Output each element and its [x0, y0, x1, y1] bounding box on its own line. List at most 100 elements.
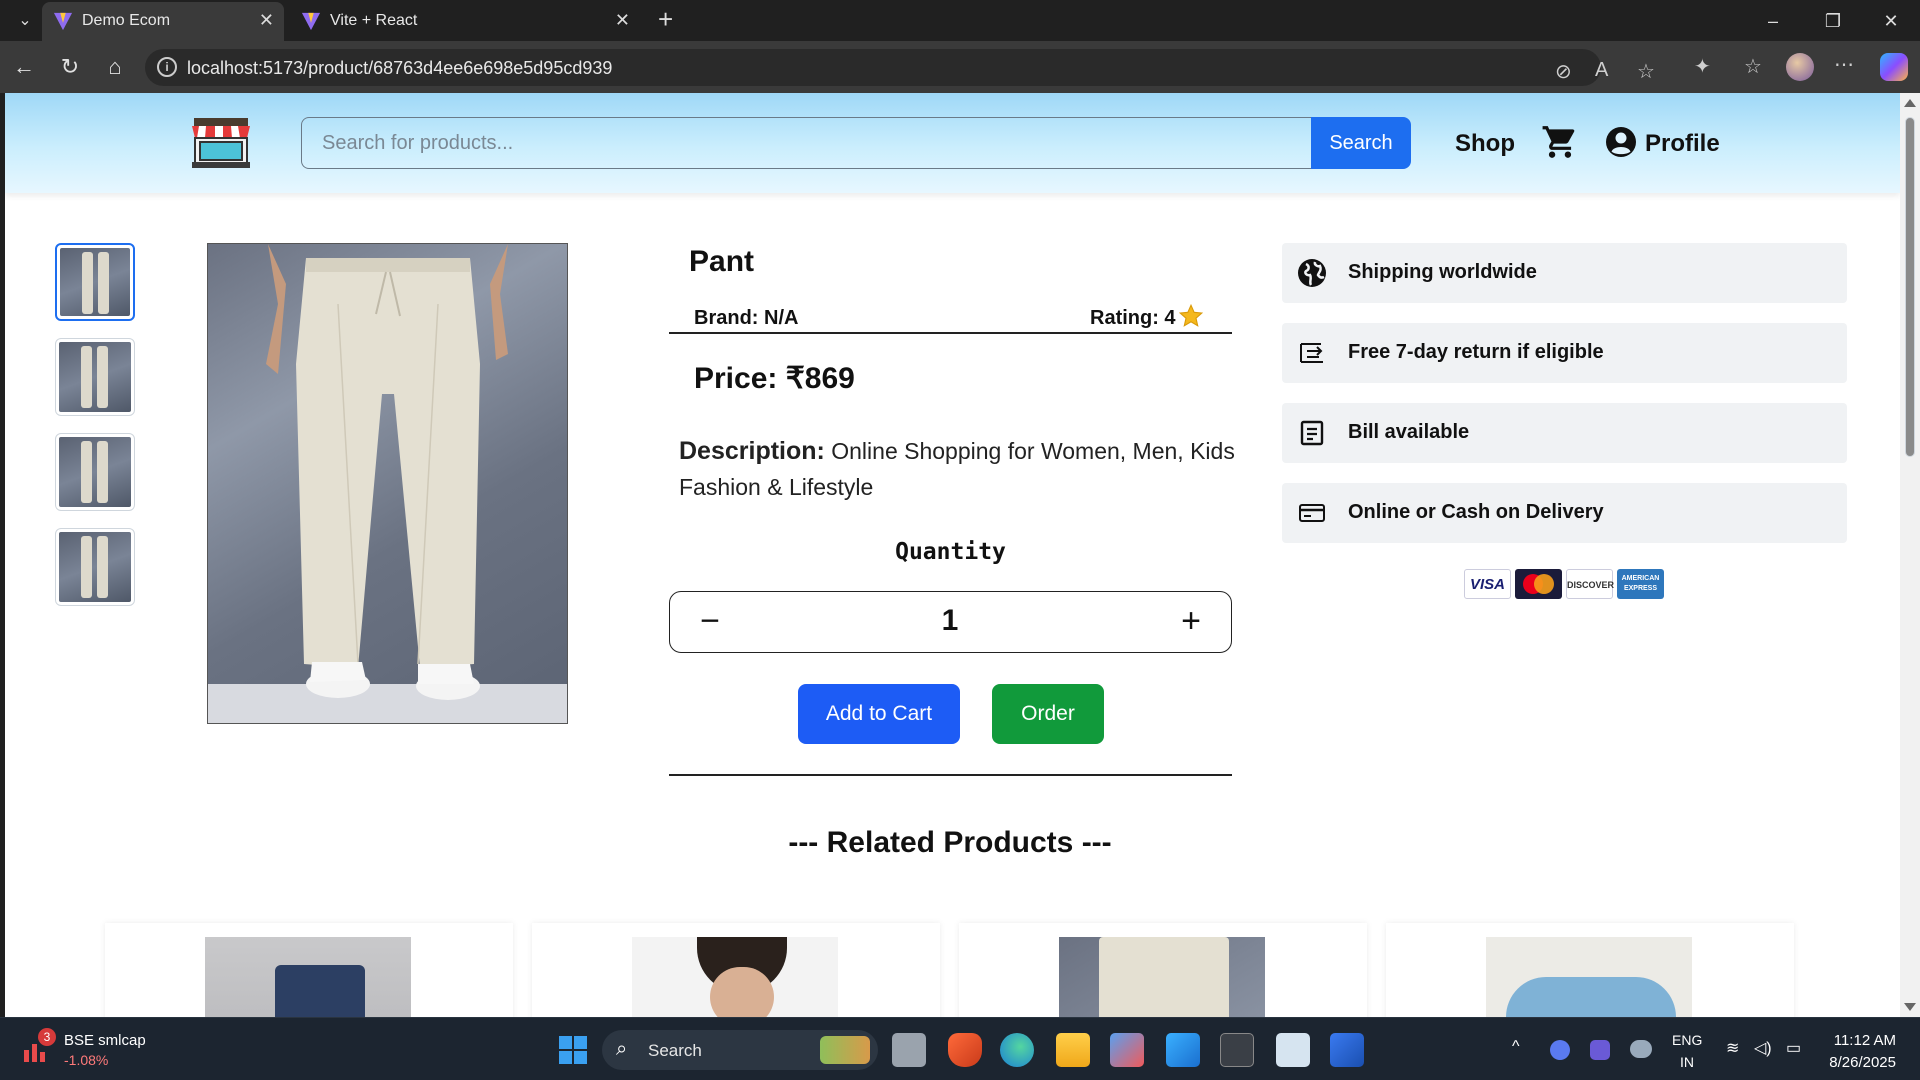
region-indicator: IN	[1680, 1054, 1694, 1070]
quantity-stepper: − 1 +	[669, 591, 1232, 653]
brave-browser-icon[interactable]	[948, 1033, 982, 1067]
feature-label: Bill available	[1348, 421, 1470, 443]
store-logo-icon[interactable]	[190, 116, 252, 170]
search-icon: ⌕	[616, 1038, 628, 1060]
url-field[interactable]: i localhost:5173/product/68763d4ee6e698e…	[145, 49, 1655, 86]
browser-address-bar: ← ↻ ⌂ i localhost:5173/product/68763d4ee…	[0, 41, 1920, 93]
product-thumbnail-4[interactable]	[55, 528, 135, 606]
product-thumbnail-2[interactable]	[55, 338, 135, 416]
increase-quantity-button[interactable]: +	[1171, 602, 1211, 642]
restore-icon[interactable]: ❐	[1808, 6, 1858, 36]
word-icon[interactable]	[1330, 1033, 1364, 1067]
feature-return: Free 7-day return if eligible	[1282, 323, 1847, 383]
url-text[interactable]: localhost:5173/product/68763d4ee6e698e5d…	[187, 58, 612, 79]
site-info-icon[interactable]: i	[157, 57, 177, 77]
credit-card-icon	[1299, 504, 1325, 522]
related-product-image	[632, 937, 838, 1017]
scroll-up-icon[interactable]	[1904, 99, 1916, 107]
wifi-icon[interactable]: ≋	[1726, 1038, 1739, 1058]
microsoft-store-icon[interactable]	[1110, 1033, 1144, 1067]
new-tab-icon[interactable]: +	[658, 4, 673, 35]
vite-favicon-icon	[301, 12, 321, 31]
language-indicator[interactable]: ENG	[1672, 1032, 1702, 1048]
copilot-icon[interactable]	[1880, 53, 1908, 81]
scrollbar-thumb[interactable]	[1905, 117, 1915, 457]
windows-start-icon[interactable]	[556, 1033, 590, 1067]
tray-app-icon[interactable]	[1550, 1040, 1570, 1060]
minimize-icon[interactable]: –	[1748, 6, 1798, 36]
tracking-prevention-icon[interactable]: ⊘	[1555, 59, 1572, 84]
stock-change: -1.08%	[64, 1052, 109, 1068]
search-highlight-image	[820, 1036, 870, 1064]
teams-icon[interactable]	[1590, 1040, 1610, 1060]
browser-tab-bar: ⌄ Demo Ecom ✕ Vite + React ✕ + – ❐ ✕	[0, 0, 1920, 41]
clock-time[interactable]: 11:12 AM	[1826, 1032, 1896, 1049]
more-menu-icon[interactable]: ⋯	[1834, 52, 1854, 77]
volume-icon[interactable]: ◁)	[1754, 1038, 1772, 1058]
decrease-quantity-button[interactable]: −	[690, 602, 730, 642]
nav-shop-link[interactable]: Shop	[1455, 130, 1515, 158]
notification-badge: 3	[38, 1028, 56, 1046]
cart-icon[interactable]	[1541, 123, 1579, 161]
onedrive-icon[interactable]	[1630, 1040, 1652, 1058]
show-hidden-icons-icon[interactable]: ^	[1512, 1038, 1520, 1056]
mastercard-logo	[1515, 569, 1562, 599]
divider	[669, 774, 1232, 776]
related-product-card[interactable]	[1386, 923, 1794, 1017]
terminal-icon[interactable]	[1220, 1033, 1254, 1067]
feature-shipping: Shipping worldwide	[1282, 243, 1847, 303]
read-aloud-icon[interactable]: A	[1595, 59, 1608, 82]
close-tab-icon[interactable]: ✕	[615, 10, 630, 31]
tab-vite-react[interactable]: Vite + React ✕	[290, 2, 640, 41]
related-product-image	[205, 937, 411, 1017]
extensions-icon[interactable]: ✦	[1694, 54, 1711, 79]
tab-demo-ecom[interactable]: Demo Ecom ✕	[42, 2, 284, 41]
related-product-image	[1059, 937, 1265, 1017]
profile-icon[interactable]	[1605, 126, 1637, 158]
vscode-icon[interactable]	[1166, 1033, 1200, 1067]
divider	[669, 332, 1232, 334]
product-main-image[interactable]	[207, 243, 568, 724]
refresh-icon[interactable]: ↻	[54, 51, 86, 83]
product-thumbnail-3[interactable]	[55, 433, 135, 511]
product-rating: Rating: 4	[1090, 307, 1176, 329]
nav-profile-link[interactable]: Profile	[1645, 130, 1720, 158]
feature-payment: Online or Cash on Delivery	[1282, 483, 1847, 543]
avatar[interactable]	[1786, 53, 1814, 81]
clock-date[interactable]: 8/26/2025	[1816, 1054, 1896, 1071]
quantity-value: 1	[941, 604, 959, 637]
taskbar-search-label: Search	[648, 1041, 702, 1060]
stock-name[interactable]: BSE smlcap	[64, 1032, 146, 1049]
windows-taskbar: 3 BSE smlcap -1.08% ⌕ Search ^ ENG IN ≋ …	[0, 1017, 1920, 1080]
add-to-cart-button[interactable]: Add to Cart	[798, 684, 960, 744]
close-window-icon[interactable]: ✕	[1866, 6, 1916, 36]
home-icon[interactable]: ⌂	[99, 51, 131, 83]
search-button[interactable]: Search	[1311, 117, 1411, 169]
favorite-star-icon[interactable]: ☆	[1637, 59, 1655, 84]
order-button[interactable]: Order	[992, 684, 1104, 744]
close-tab-icon[interactable]: ✕	[259, 10, 274, 31]
favorites-icon[interactable]: ☆	[1744, 54, 1762, 79]
scroll-down-icon[interactable]	[1904, 1003, 1916, 1011]
product-thumbnail-1[interactable]	[55, 243, 135, 321]
search-bar: Search	[301, 117, 1411, 169]
related-product-image	[1486, 937, 1692, 1017]
snipping-tool-icon[interactable]	[1276, 1033, 1310, 1067]
edge-browser-icon[interactable]	[1000, 1033, 1034, 1067]
tab-list-chevron-icon[interactable]: ⌄	[10, 8, 40, 34]
back-icon[interactable]: ←	[8, 51, 40, 83]
quantity-label: Quantity	[895, 539, 1006, 565]
taskbar-search[interactable]: ⌕ Search	[602, 1030, 878, 1070]
amex-logo: AMERICAN EXPRESS	[1617, 569, 1664, 599]
task-view-icon[interactable]	[892, 1033, 926, 1067]
battery-icon[interactable]: ▭	[1786, 1038, 1801, 1058]
page-viewport: Search Shop Profile	[5, 93, 1900, 1017]
return-icon	[1300, 343, 1323, 363]
page-scrollbar[interactable]	[1900, 93, 1920, 1017]
search-input[interactable]	[301, 117, 1313, 169]
related-product-card[interactable]	[532, 923, 940, 1017]
related-product-card[interactable]	[959, 923, 1367, 1017]
mastercard-circles	[1523, 574, 1554, 594]
file-explorer-icon[interactable]	[1056, 1033, 1090, 1067]
related-product-card[interactable]	[105, 923, 513, 1017]
